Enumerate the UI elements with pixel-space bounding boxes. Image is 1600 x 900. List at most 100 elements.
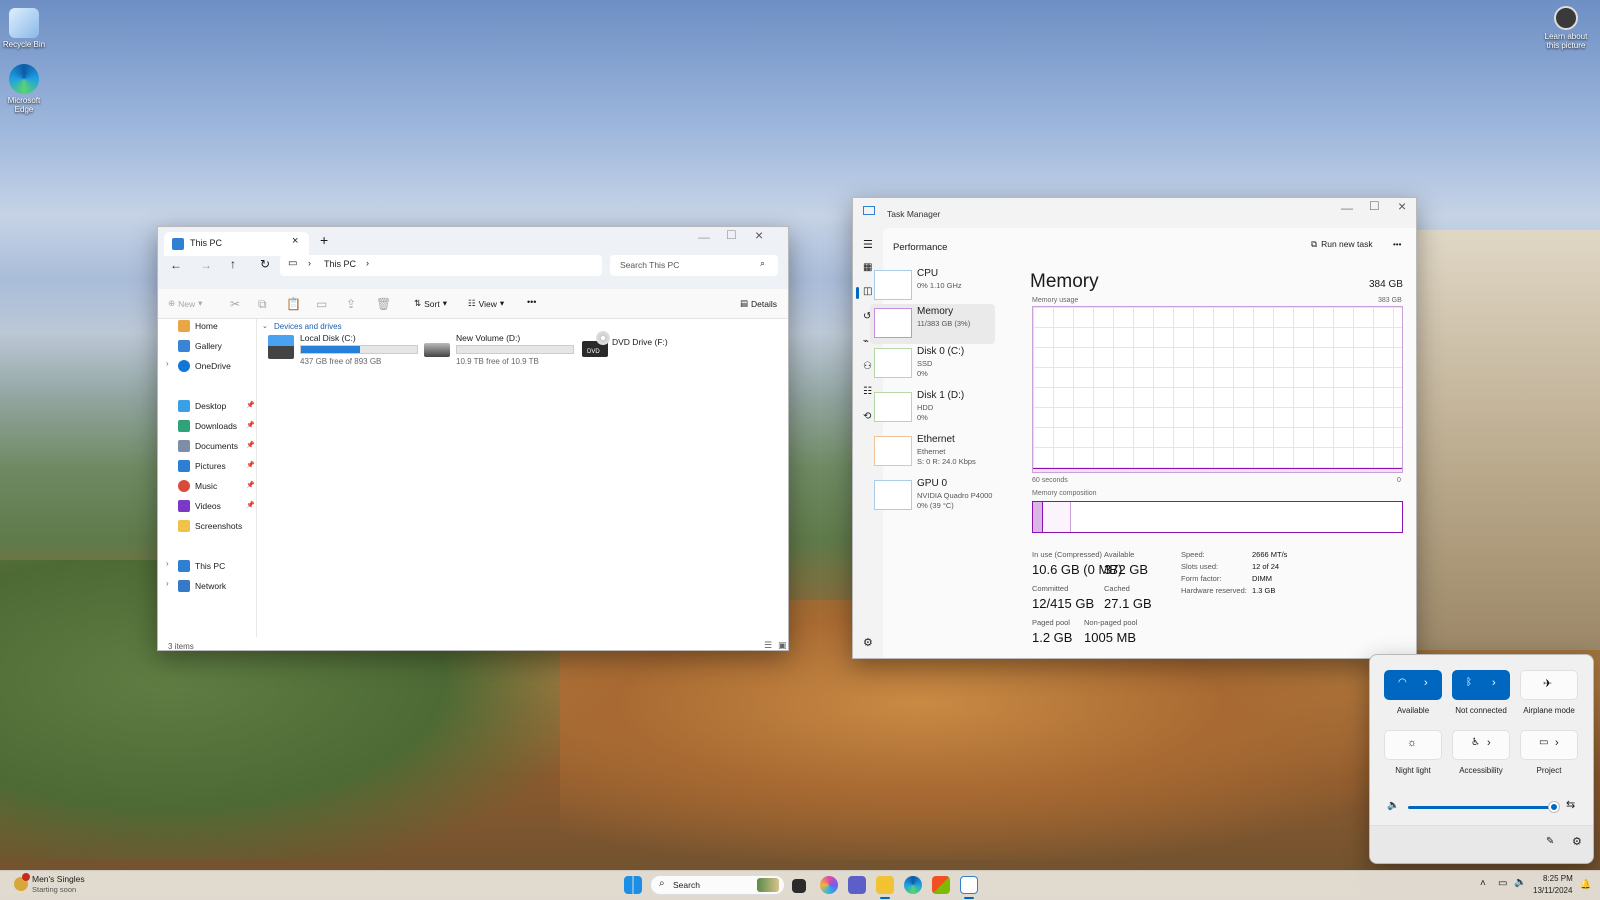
more-options-button[interactable]: ••• [1393, 240, 1401, 249]
wifi-tile[interactable]: ◠ › [1384, 670, 1442, 700]
clock-date[interactable]: 13/11/2024 [1533, 886, 1572, 895]
nav-videos[interactable]: Videos [178, 500, 221, 512]
clock-time[interactable]: 8:25 PM [1543, 874, 1573, 883]
delete-icon[interactable]: 🗑 [376, 297, 391, 311]
nav-gallery[interactable]: Gallery [178, 340, 222, 352]
run-new-task-button[interactable]: ⧉ Run new task [1311, 239, 1373, 250]
details-button[interactable]: ▤ Details [740, 298, 777, 309]
new-button[interactable]: ⊕ New ▾ [168, 298, 202, 309]
nav-screenshots[interactable]: Screenshots [178, 520, 242, 532]
nav-music[interactable]: Music [178, 480, 217, 492]
nav-this-pc[interactable]: This PC [178, 560, 225, 572]
nav-desktop[interactable]: Desktop [178, 400, 226, 412]
night-light-tile[interactable]: ☼ [1384, 730, 1442, 760]
airplane-tile[interactable]: ✈ [1520, 670, 1578, 700]
nav-downloads[interactable]: Downloads [178, 420, 237, 432]
maximize-icon[interactable]: ☐ [726, 228, 737, 242]
pin-icon[interactable]: 📌 [246, 461, 255, 469]
task-manager-icon[interactable] [960, 876, 978, 894]
speaker-icon[interactable]: 🔈 [1387, 800, 1399, 811]
settings-gear-icon[interactable]: ⚙ [863, 636, 873, 649]
paste-icon[interactable]: 📋 [286, 297, 301, 311]
start-button-windows-icon[interactable] [624, 876, 642, 894]
perf-item-disk0[interactable]: Disk 0 (C:) SSD 0% [870, 344, 995, 384]
section-header[interactable]: Devices and drives [274, 322, 342, 331]
address-bar[interactable]: ▭ › This PC › [280, 255, 602, 276]
chevron-right-icon[interactable]: › [1555, 737, 1559, 749]
back-arrow-icon[interactable]: ← [170, 258, 182, 272]
perf-item-disk1[interactable]: Disk 1 (D:) HDD 0% [870, 388, 995, 428]
pin-icon[interactable]: 📌 [246, 401, 255, 409]
chevron-right-icon[interactable]: › [166, 559, 169, 568]
drive-dvd[interactable]: DVD DVD Drive (F:) [582, 331, 692, 367]
maximize-icon[interactable]: ☐ [1369, 199, 1380, 213]
chevron-right-icon[interactable]: › [1424, 677, 1428, 689]
sort-button[interactable]: ⇅ Sort ▾ [414, 298, 447, 309]
chevron-up-icon[interactable]: ˄ [1480, 878, 1486, 889]
store-icon[interactable] [932, 876, 950, 894]
chevron-right-icon[interactable]: › [166, 359, 169, 368]
more-options-button[interactable]: ••• [527, 297, 536, 307]
project-tile[interactable]: ▭ › [1520, 730, 1578, 760]
task-view-icon[interactable] [792, 879, 806, 893]
edit-pencil-icon[interactable]: ✎ [1546, 836, 1554, 847]
pin-icon[interactable]: 📌 [246, 501, 255, 509]
desktop-icon-edge[interactable]: Microsoft Edge [0, 64, 48, 114]
network-status-icon[interactable]: ▭ [1498, 878, 1507, 889]
new-tab-button[interactable]: + [320, 232, 328, 248]
nav-pictures[interactable]: Pictures [178, 460, 226, 472]
close-icon[interactable]: × [1398, 198, 1406, 214]
tiles-view-icon[interactable]: ▣ [778, 640, 787, 650]
desktop-icon-learn-picture[interactable]: Learn about this picture [1540, 6, 1592, 50]
widgets-button[interactable]: Men's Singles Starting soon [12, 872, 132, 898]
close-tab-icon[interactable]: × [292, 235, 298, 247]
volume-thumb[interactable] [1548, 802, 1559, 812]
audio-output-icon[interactable]: ⇆ [1566, 798, 1575, 811]
file-explorer-icon[interactable] [876, 876, 894, 894]
tab-this-pc[interactable]: This PC × [164, 232, 309, 256]
close-icon[interactable]: × [755, 227, 763, 243]
pin-icon[interactable]: 📌 [246, 481, 255, 489]
edge-icon[interactable] [904, 876, 922, 894]
hamburger-menu-icon[interactable]: ☰ [863, 238, 873, 251]
breadcrumb[interactable]: This PC [324, 259, 356, 269]
nav-network[interactable]: Network [178, 580, 226, 592]
notification-bell-icon[interactable]: 🔔 [1580, 879, 1591, 890]
copilot-icon[interactable] [820, 876, 838, 894]
desktop-icon-recycle-bin[interactable]: Recycle Bin [0, 8, 48, 49]
perf-item-cpu[interactable]: CPU 0% 1.10 GHz [870, 266, 995, 306]
chevron-right-icon[interactable]: › [1492, 677, 1496, 689]
view-button[interactable]: ☷ View ▾ [468, 298, 504, 309]
pin-icon[interactable]: 📌 [246, 421, 255, 429]
up-arrow-icon[interactable]: ↑ [230, 257, 236, 271]
drive-d[interactable]: New Volume (D:) 10.9 TB free of 10.9 TB [424, 333, 574, 369]
perf-item-memory[interactable]: Memory 11/383 GB (3%) [870, 304, 995, 344]
search-box[interactable]: Search This PC ⌕ [610, 255, 778, 276]
perf-item-ethernet[interactable]: Ethernet Ethernet S: 0 R: 24.0 Kbps [870, 432, 995, 472]
taskbar-search[interactable]: ⌕ Search [650, 875, 785, 895]
rename-icon[interactable]: ▭ [316, 297, 327, 311]
minimize-icon[interactable]: — [698, 230, 710, 244]
pin-icon[interactable]: 📌 [246, 441, 255, 449]
chevron-right-icon[interactable]: › [1487, 737, 1491, 749]
forward-arrow-icon[interactable]: → [200, 258, 212, 272]
cut-icon[interactable]: ✂ [230, 297, 240, 311]
minimize-icon[interactable]: — [1341, 201, 1353, 215]
volume-slider[interactable] [1408, 802, 1559, 812]
teams-icon[interactable] [848, 876, 866, 894]
bluetooth-tile[interactable]: ᛒ › [1452, 670, 1510, 700]
copy-icon[interactable]: ⧉ [258, 297, 267, 312]
refresh-icon[interactable]: ↻ [260, 257, 270, 271]
settings-gear-icon[interactable]: ⚙ [1572, 835, 1582, 848]
nav-onedrive[interactable]: OneDrive [178, 360, 231, 372]
accessibility-tile[interactable]: ♿ › [1452, 730, 1510, 760]
nav-home[interactable]: Home [178, 320, 218, 332]
volume-icon[interactable]: 🔈 [1514, 877, 1526, 888]
share-icon[interactable]: ⇪ [346, 297, 356, 311]
details-view-icon[interactable]: ☰ [764, 640, 772, 650]
nav-documents[interactable]: Documents [178, 440, 238, 452]
chevron-right-icon[interactable]: › [166, 579, 169, 588]
perf-item-gpu[interactable]: GPU 0 NVIDIA Quadro P4000 0% (39 °C) [870, 476, 995, 516]
chevron-down-icon[interactable]: ⌄ [262, 322, 268, 330]
startup-apps-icon[interactable]: ⌁ [863, 336, 869, 347]
